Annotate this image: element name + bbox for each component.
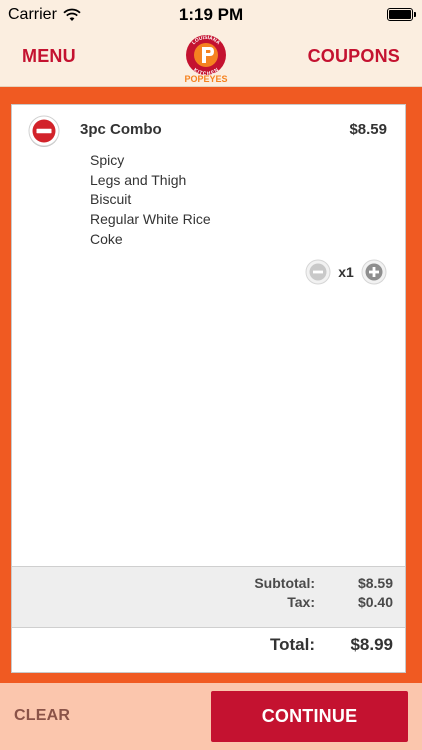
- order-summary: Subtotal: $8.59 Tax: $0.40: [12, 566, 405, 628]
- battery-icon: [387, 8, 416, 21]
- total-value: $8.99: [350, 635, 393, 654]
- order-area: 3pc Combo $8.59 Spicy Legs and Thigh Bis…: [0, 87, 422, 683]
- order-receipt: 3pc Combo $8.59 Spicy Legs and Thigh Bis…: [11, 104, 406, 673]
- modifier-item: Biscuit: [90, 191, 132, 208]
- cart-item: 3pc Combo $8.59 Spicy Legs and Thigh Bis…: [12, 105, 405, 305]
- quantity-value: x1: [338, 264, 354, 280]
- popeyes-logo: LOUISIANA KITCHEN POPEYES: [184, 35, 227, 84]
- subtotal-line: Subtotal: $8.59: [195, 575, 393, 591]
- subtotal-label: Subtotal:: [254, 575, 315, 591]
- status-bar: Carrier 1:19 PM: [0, 0, 422, 30]
- plus-circle-icon[interactable]: [361, 259, 387, 285]
- minus-circle-icon[interactable]: [305, 259, 331, 285]
- tax-label: Tax:: [287, 594, 315, 610]
- total-label: Total:: [269, 635, 315, 654]
- modifier-item: Coke: [90, 230, 123, 247]
- total-line: Total: $8.99: [195, 635, 393, 655]
- status-time: 1:19 PM: [178, 5, 244, 24]
- menu-button[interactable]: MENU: [22, 46, 76, 67]
- item-name: 3pc Combo: [80, 121, 162, 138]
- item-price: $8.59: [349, 121, 387, 138]
- tax-line: Tax: $0.40: [195, 594, 393, 610]
- coupons-button[interactable]: COUPONS: [308, 46, 400, 67]
- modifier-item: Regular White Rice: [90, 211, 211, 228]
- clear-button[interactable]: CLEAR: [14, 707, 70, 725]
- nav-bar: MENU LOUISIANA KITCHEN POPEYES COUPONS: [0, 30, 422, 87]
- bottom-action-bar: CLEAR CONTINUE: [0, 683, 422, 750]
- modifier-item: Spicy: [90, 152, 125, 168]
- quantity-stepper: x1: [305, 259, 387, 285]
- item-modifiers: Spicy Legs and Thigh Biscuit Regular Whi…: [90, 151, 211, 249]
- continue-button[interactable]: CONTINUE: [211, 691, 408, 742]
- subtotal-value: $8.59: [357, 575, 393, 591]
- svg-text:POPEYES: POPEYES: [184, 74, 227, 84]
- tax-value: $0.40: [357, 594, 393, 610]
- modifier-item: Legs and Thigh: [90, 171, 187, 188]
- remove-item-icon[interactable]: [28, 115, 60, 147]
